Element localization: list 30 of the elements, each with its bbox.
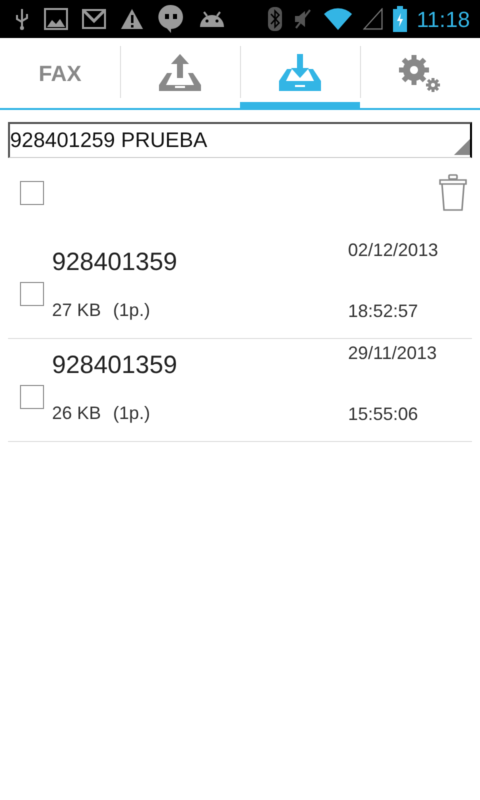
bluetooth-icon (266, 6, 283, 32)
signal-icon (362, 8, 383, 30)
muted-speaker-icon (292, 8, 313, 30)
fax-time: 15:55:06 (348, 403, 420, 426)
select-all-checkbox[interactable] (20, 181, 44, 205)
status-time: 11:18 (416, 6, 470, 34)
mail-icon (82, 9, 106, 29)
android-icon (198, 9, 226, 29)
fax-number: 928401359 (52, 250, 178, 275)
fax-date: 29/11/2013 (348, 342, 438, 365)
file-size: 27 KB (52, 299, 102, 322)
fax-time: 18:52:57 (348, 300, 420, 323)
battery-icon (392, 6, 407, 32)
download-tray-icon (276, 53, 324, 93)
usb-icon (14, 7, 30, 31)
fax-date: 02/12/2013 (348, 239, 440, 262)
warning-icon (120, 8, 144, 30)
fax-checkbox[interactable] (20, 385, 44, 409)
wifi-icon (322, 7, 353, 31)
image-icon (44, 8, 68, 30)
fax-number-dropdown[interactable]: 928401259 PRUEBA (8, 122, 472, 158)
page-count: (1p.) (113, 402, 150, 425)
fax-checkbox[interactable] (20, 282, 44, 306)
trash-icon[interactable] (438, 174, 468, 212)
page-count: (1p.) (113, 299, 150, 322)
file-size: 26 KB (52, 402, 102, 425)
fax-number: 928401359 (52, 353, 178, 378)
chat-bubble-icon (158, 4, 184, 34)
dropdown-corner-icon (454, 139, 470, 155)
upload-tray-icon (156, 53, 204, 93)
